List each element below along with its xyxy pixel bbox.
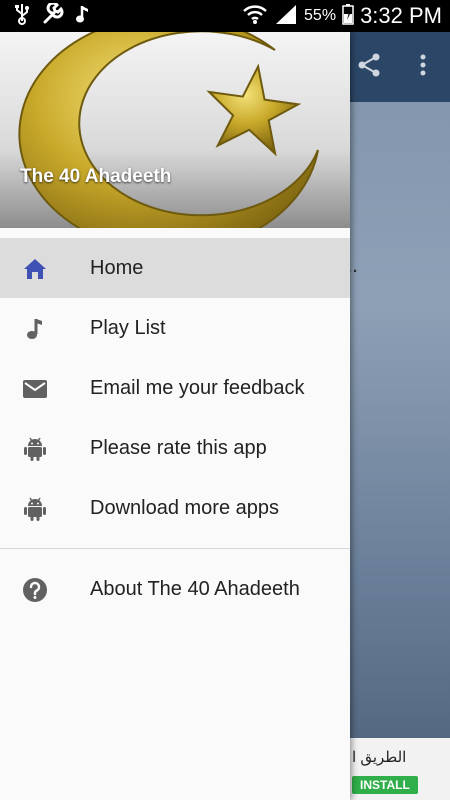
- menu-item-rate-app[interactable]: Please rate this app: [0, 418, 350, 478]
- help-icon: [22, 577, 48, 603]
- menu-item-about[interactable]: About The 40 Ahadeeth: [0, 559, 350, 619]
- overflow-menu-icon[interactable]: [418, 52, 428, 83]
- mail-icon: [22, 376, 48, 402]
- ad-text: الطريق ا: [352, 749, 407, 766]
- menu-item-label: About The 40 Ahadeeth: [90, 577, 300, 600]
- menu-item-download-more-apps[interactable]: Download more apps: [0, 478, 350, 538]
- home-icon: [22, 256, 48, 282]
- drawer-secondary-menu: About The 40 Ahadeeth: [0, 559, 350, 619]
- android-icon: [22, 496, 48, 522]
- ad-install-button[interactable]: INSTALL: [352, 776, 418, 794]
- clock: 3:32 PM: [360, 3, 442, 28]
- usb-icon: [14, 3, 30, 30]
- crescent-star-logo: [18, 32, 319, 228]
- share-icon[interactable]: [356, 52, 382, 83]
- menu-item-label: Home: [90, 256, 144, 279]
- menu-item-home[interactable]: Home: [0, 238, 350, 298]
- status-bar: 55% 3:32 PM: [0, 0, 450, 32]
- menu-item-label: Please rate this app: [90, 436, 267, 459]
- menu-item-label: Email me your feedback: [90, 376, 305, 399]
- menu-item-email-feedback[interactable]: Email me your feedback: [0, 358, 350, 418]
- drawer-header-title: The 40 Ahadeeth: [20, 166, 172, 187]
- wifi-icon: [242, 3, 268, 30]
- drawer-header: The 40 Ahadeeth: [0, 32, 350, 228]
- drawer-menu: Home Play List Email me your feedback Pl…: [0, 238, 350, 538]
- battery-icon: [342, 3, 354, 30]
- menu-divider: [0, 548, 350, 549]
- wrench-icon: [42, 1, 64, 30]
- music-note-icon: [22, 316, 48, 342]
- music-note-icon: [76, 3, 90, 30]
- menu-item-label: Play List: [90, 316, 166, 339]
- navigation-drawer: The 40 Ahadeeth Home Play List Email me …: [0, 32, 350, 800]
- android-icon: [22, 436, 48, 462]
- signal-icon: [274, 3, 298, 30]
- menu-item-play-list[interactable]: Play List: [0, 298, 350, 358]
- battery-percent: 55%: [304, 7, 337, 24]
- menu-item-label: Download more apps: [90, 496, 279, 519]
